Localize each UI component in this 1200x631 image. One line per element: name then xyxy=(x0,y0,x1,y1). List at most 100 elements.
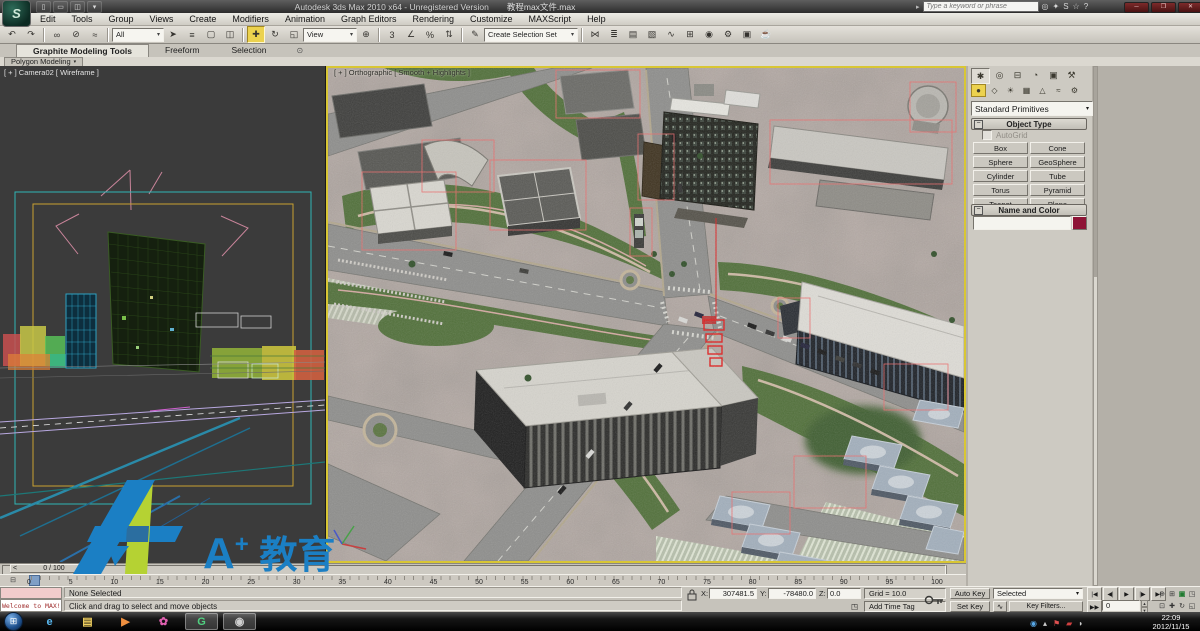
cat-helpers-icon[interactable]: △ xyxy=(1035,84,1050,97)
maximize-button[interactable]: ❐ xyxy=(1151,2,1176,13)
menu-item[interactable]: Group xyxy=(101,13,142,25)
search-icon[interactable]: ◎ xyxy=(1042,1,1049,12)
subscription-icon[interactable]: ✦ xyxy=(1053,1,1060,12)
menu-item[interactable]: Rendering xyxy=(405,13,463,25)
tray-arrow-icon[interactable]: ▴ xyxy=(1043,613,1047,631)
rendered-frame-icon[interactable]: ▣ xyxy=(738,26,756,43)
menu-item[interactable]: Customize xyxy=(462,13,521,25)
tray-recorder-icon[interactable]: ▰ xyxy=(1066,613,1072,631)
cat-shapes-icon[interactable]: ◇ xyxy=(987,84,1002,97)
material-editor-icon[interactable]: ◉ xyxy=(700,26,718,43)
time-tag-icon[interactable]: ◳ xyxy=(851,601,858,612)
go-start-button[interactable]: |◀ xyxy=(1087,587,1102,601)
taskbar-recorder-icon[interactable]: ◉ xyxy=(223,613,256,630)
primitive-button[interactable]: Torus xyxy=(973,184,1028,196)
taskbar-explorer-icon[interactable]: ▤ xyxy=(71,613,104,630)
next-frame-button[interactable]: |▶ xyxy=(1135,587,1150,601)
help-icon[interactable]: ? xyxy=(1084,1,1088,12)
undo-dropdown-icon[interactable]: ▾ xyxy=(87,1,102,13)
frame-spinner[interactable]: ▲▼ xyxy=(1141,600,1148,611)
cat-geometry-icon[interactable]: ● xyxy=(971,84,986,97)
primitive-button[interactable]: Pyramid xyxy=(1030,184,1085,196)
link-icon[interactable]: ∞ xyxy=(48,26,66,43)
maxscript-listener-white[interactable]: Welcome to MAX! xyxy=(0,599,62,612)
minimize-button[interactable]: ─ xyxy=(1124,2,1149,13)
infocenter-expand-icon[interactable]: ▸ xyxy=(916,3,920,11)
infocenter-search-input[interactable] xyxy=(923,1,1039,12)
select-object-icon[interactable]: ➤ xyxy=(164,26,182,43)
cat-lights-icon[interactable]: ☀ xyxy=(1003,84,1018,97)
ribbon-tab[interactable]: Graphite Modeling Tools xyxy=(16,44,149,57)
scale-icon[interactable]: ◱ xyxy=(285,26,303,43)
unlink-icon[interactable]: ⊘ xyxy=(67,26,85,43)
tray-info-icon[interactable]: ◉ xyxy=(1030,613,1037,631)
menu-item[interactable]: Create xyxy=(181,13,224,25)
taskbar-ie-icon[interactable]: e xyxy=(33,613,66,630)
autogrid-checkbox[interactable] xyxy=(982,130,992,140)
tab-utilities-icon[interactable]: ⚒ xyxy=(1063,68,1080,82)
reference-coordinate-dropdown[interactable]: View▾ xyxy=(303,28,357,42)
zoom-region-icon[interactable]: ⊡ xyxy=(1157,600,1167,612)
set-key-button[interactable]: Set Key xyxy=(950,601,990,612)
primitive-button[interactable]: GeoSphere xyxy=(1030,156,1085,168)
favorites-icon[interactable]: ☆ xyxy=(1073,1,1080,12)
maxscript-listener-pink[interactable] xyxy=(0,587,62,599)
object-name-field[interactable] xyxy=(973,216,1071,230)
menu-item[interactable]: Views xyxy=(142,13,182,25)
main-viewport[interactable] xyxy=(326,66,966,563)
prev-frame-arrow[interactable]: < xyxy=(13,565,17,572)
selection-set-key-dropdown[interactable]: Selected▾ xyxy=(993,588,1083,599)
primitive-button[interactable]: Cylinder xyxy=(973,170,1028,182)
select-by-name-icon[interactable]: ≡ xyxy=(183,26,201,43)
menu-item[interactable]: Help xyxy=(579,13,614,25)
primitive-button[interactable]: Cone xyxy=(1030,142,1085,154)
main-viewport-label[interactable]: [ + ] Orthographic [ Smooth + Highlights… xyxy=(334,68,470,77)
curve-editor-icon[interactable]: ∿ xyxy=(662,26,680,43)
menu-item[interactable]: Animation xyxy=(277,13,333,25)
open-file-icon[interactable]: ▭ xyxy=(53,1,68,13)
use-pivot-center-icon[interactable]: ⊕ xyxy=(357,26,375,43)
angle-snap-icon[interactable]: ∠ xyxy=(402,26,420,43)
prev-frame-button[interactable]: ◀| xyxy=(1103,587,1118,601)
play-button[interactable]: ▶ xyxy=(1119,587,1134,601)
edit-named-selections-icon[interactable]: ✎ xyxy=(466,26,484,43)
ribbon-overflow-icon[interactable]: ⊙ xyxy=(296,45,303,57)
x-coordinate-field[interactable]: 307481.5 xyxy=(709,588,757,599)
selection-filter-dropdown[interactable]: All▾ xyxy=(112,28,164,42)
spinner-snap-icon[interactable]: ⇅ xyxy=(440,26,458,43)
taskbar-pinwheel-icon[interactable]: ✿ xyxy=(147,613,180,630)
tray-volume-icon[interactable]: ◗ xyxy=(1078,613,1083,631)
maximize-viewport-icon[interactable]: ◱ xyxy=(1187,600,1197,612)
trackbar-options-icon[interactable]: ⊟ xyxy=(2,576,24,585)
menu-item[interactable]: Graph Editors xyxy=(333,13,405,25)
primitive-button[interactable]: Tube xyxy=(1030,170,1085,182)
camera-viewport-label[interactable]: [ + ] Camera02 [ Wireframe ] xyxy=(4,68,99,77)
tab-modify-icon[interactable]: ◎ xyxy=(991,68,1008,82)
render-icon[interactable]: ☕ xyxy=(757,26,775,43)
tab-create-icon[interactable]: ✱ xyxy=(971,68,990,84)
ribbon-tab[interactable]: Freeform xyxy=(149,44,215,57)
window-crossing-icon[interactable]: ◫ xyxy=(221,26,239,43)
object-color-swatch[interactable] xyxy=(1072,216,1087,230)
zoom-extents-icon[interactable]: ▣ xyxy=(1177,588,1187,600)
time-slider-handle[interactable]: < 0 / 100 > xyxy=(10,564,98,573)
timeline-splitter[interactable] xyxy=(946,565,965,574)
bind-spacewarp-icon[interactable]: ≈ xyxy=(86,26,104,43)
camera-viewport[interactable] xyxy=(0,66,326,563)
named-selection-set-dropdown[interactable]: Create Selection Set▾ xyxy=(484,28,578,42)
taskbar-mediaplayer-icon[interactable]: ▶ xyxy=(109,613,142,630)
ribbon-tab[interactable]: Selection xyxy=(216,44,283,57)
y-coordinate-field[interactable]: -78480.0 xyxy=(768,588,816,599)
primitive-button[interactable]: Sphere xyxy=(973,156,1028,168)
key-filters-button[interactable]: Key Filters... xyxy=(1009,601,1083,612)
zoom-icon[interactable]: ⊕ xyxy=(1157,588,1167,600)
rotate-icon[interactable]: ↻ xyxy=(266,26,284,43)
start-button[interactable]: ⊞ xyxy=(4,612,23,631)
pan-icon[interactable]: ✚ xyxy=(1167,600,1177,612)
cat-spacewarps-icon[interactable]: ≈ xyxy=(1051,84,1066,97)
layers-icon[interactable]: ▤ xyxy=(624,26,642,43)
command-panel-scrollbar[interactable] xyxy=(1093,66,1098,586)
primitives-dropdown[interactable]: Standard Primitives▾ xyxy=(971,101,1093,116)
cat-cameras-icon[interactable]: ▦ xyxy=(1019,84,1034,97)
move-icon[interactable]: ✚ xyxy=(247,26,265,43)
